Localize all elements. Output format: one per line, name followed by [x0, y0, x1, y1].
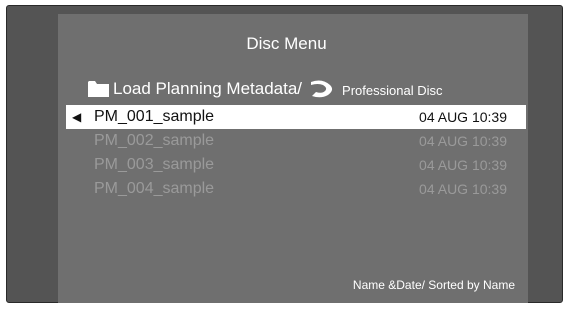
- file-date: 04 AUG 10:39: [419, 181, 507, 197]
- cursor-arrow-icon: ◀: [72, 110, 82, 124]
- menu-title: Disc Menu: [246, 34, 327, 53]
- file-name: PM_001_sample: [94, 108, 215, 125]
- folder-icon: [88, 81, 109, 97]
- file-date: 04 AUG 10:39: [419, 157, 507, 173]
- file-row[interactable]: ◀ PM_001_sample 04 AUG 10:39: [66, 105, 526, 129]
- current-path: Load Planning Metadata/ Professional Dis…: [88, 77, 442, 101]
- file-name: PM_004_sample: [94, 180, 215, 197]
- file-name: PM_003_sample: [94, 156, 215, 173]
- disc-label: Professional Disc: [342, 83, 443, 98]
- file-row[interactable]: PM_004_sample 04 AUG 10:39: [66, 177, 526, 201]
- file-name: PM_002_sample: [94, 132, 215, 149]
- file-date: 04 AUG 10:39: [419, 133, 507, 149]
- sort-status: Name &Date/ Sorted by Name: [352, 278, 515, 292]
- professional-disc-icon: [308, 79, 338, 99]
- file-row[interactable]: PM_002_sample 04 AUG 10:39: [66, 129, 526, 153]
- file-date: 04 AUG 10:39: [419, 109, 507, 125]
- path-label: Load Planning Metadata/: [113, 79, 303, 98]
- file-row[interactable]: PM_003_sample 04 AUG 10:39: [66, 153, 526, 177]
